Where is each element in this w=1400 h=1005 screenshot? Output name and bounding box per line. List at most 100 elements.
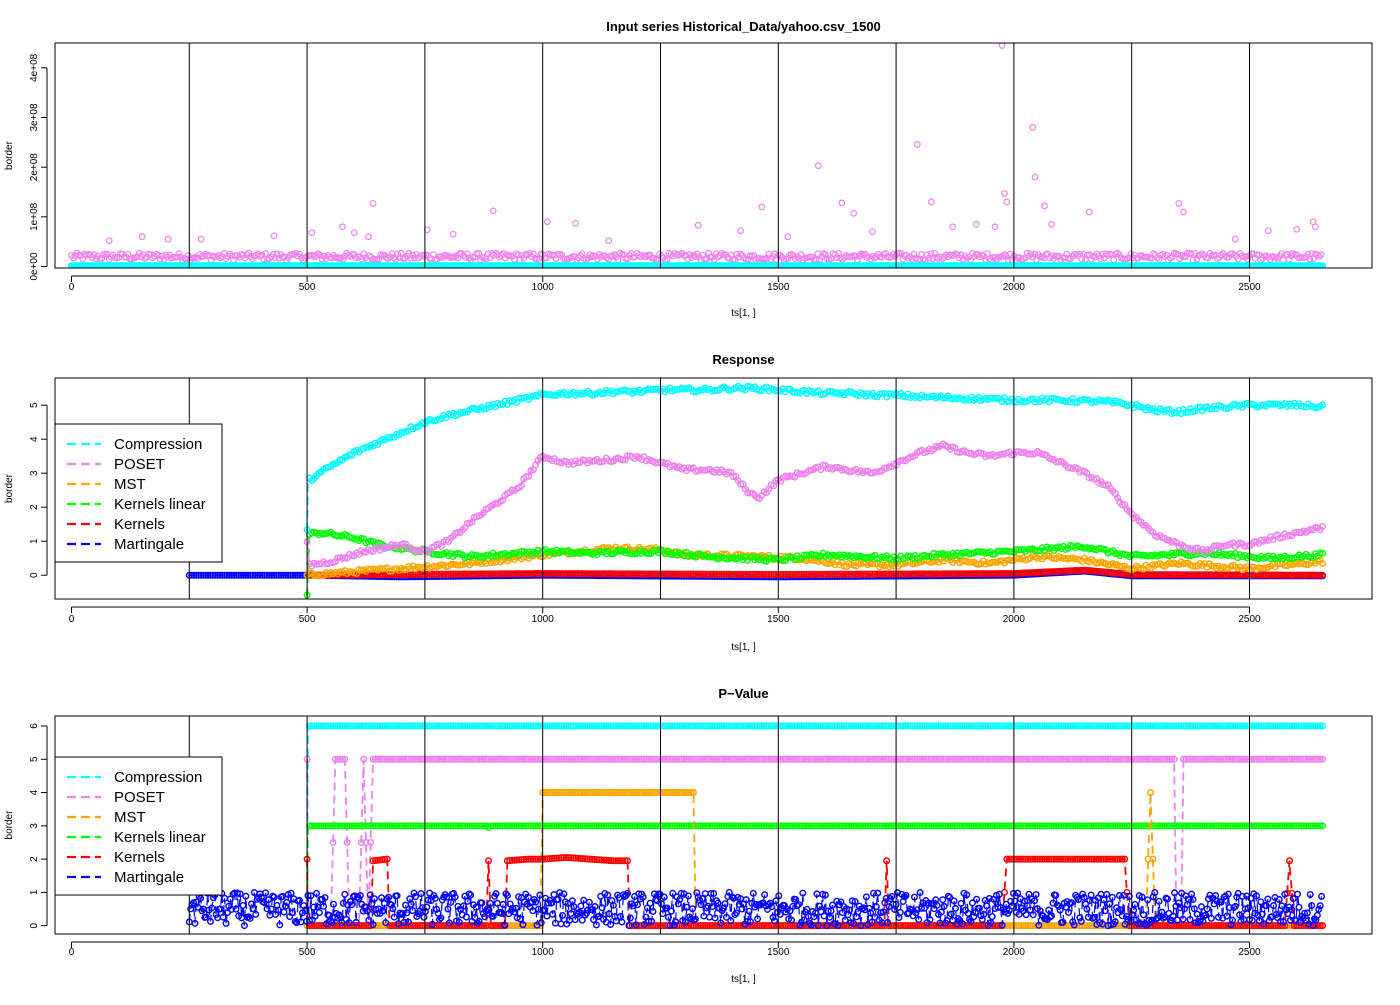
scatter-point (1181, 209, 1187, 215)
x-tick-label: 500 (299, 282, 316, 293)
chart-panel-1: Response ts[1, ] border 0 500 1000 1500 2000 2 5 0… (4, 352, 1372, 653)
x-axis-label: ts[1, ] (731, 642, 756, 653)
scatter-point (139, 234, 145, 240)
y-tick-label: 4e+08 (29, 53, 40, 82)
scatter-point (695, 222, 701, 228)
scatter-point (1004, 199, 1010, 205)
scatter-point (785, 234, 791, 240)
x-tick-label: 1500 (767, 947, 790, 958)
x-tick-label: 0 (69, 614, 75, 625)
scatter-point (914, 142, 920, 148)
x-axis-label: ts[1, ] (731, 974, 756, 985)
y-tick-label: 2e+08 (29, 153, 40, 182)
scatter-point (351, 230, 357, 236)
y-tick-label: 1 (29, 889, 40, 895)
y-axis-label: border (4, 140, 15, 170)
scatter-point (738, 228, 744, 234)
chart-panel-2: P−Value ts[1, ] border 0 500 1000 1500 2000 2500… (4, 686, 1372, 985)
scatter-point (1176, 201, 1182, 207)
legend: Compression POSET MST Kernels linear Kernels… (55, 424, 222, 562)
y-tick-label: 1 (29, 538, 40, 544)
scatter-point (999, 43, 1005, 49)
x-tick-label: 2000 (1003, 947, 1026, 958)
scatter-point (1030, 125, 1036, 131)
y-tick-label: 3e+08 (29, 103, 40, 132)
x-tick-label: 0 (69, 282, 75, 293)
legend-label: Martingale (114, 536, 184, 553)
legend-label: Kernels (114, 516, 165, 533)
y-tick-label: 5 (29, 756, 40, 762)
x-tick-label: 2000 (1003, 282, 1026, 293)
scatter-point (198, 236, 204, 242)
scatter-point (1233, 236, 1239, 242)
scatter-point (1294, 226, 1300, 232)
y-tick-label: 2 (29, 504, 40, 510)
figure: Input series Historical_Data/yahoo.csv_1… (0, 0, 1400, 1000)
y-tick-label: 4 (29, 436, 40, 442)
y-tick-label: 4 (29, 789, 40, 795)
series-line (307, 446, 1322, 565)
y-axis-label: border (4, 473, 15, 503)
scatter-point (1313, 224, 1319, 230)
y-tick-label: 3 (29, 823, 40, 829)
scatter-point (1042, 203, 1048, 209)
scatter-point (870, 229, 876, 235)
scatter-point (1002, 191, 1008, 197)
x-tick-label: 2000 (1003, 614, 1026, 625)
x-tick-label: 1000 (532, 947, 555, 958)
x-tick-label: 1500 (767, 614, 790, 625)
legend-label: Compression (114, 436, 202, 453)
y-tick-label: 1e+08 (29, 202, 40, 231)
legend-label: MST (114, 476, 146, 493)
scatter-point (1266, 228, 1272, 234)
scatter-point (1049, 221, 1055, 227)
x-tick-label: 2500 (1238, 947, 1261, 958)
scatter-point (1111, 257, 1117, 263)
scatter-point (165, 236, 171, 242)
x-tick-label: 1000 (532, 614, 555, 625)
plot-frame (55, 43, 1372, 268)
scatter-point (1032, 174, 1038, 180)
plot-area (186, 723, 1325, 928)
scatter-point (929, 199, 935, 205)
scatter-point (851, 211, 857, 217)
x-tick-label: 500 (299, 947, 316, 958)
legend-label: POSET (114, 456, 165, 473)
y-tick-label: 3 (29, 470, 40, 476)
chart-title: Input series Historical_Data/yahoo.csv_1… (606, 19, 881, 34)
plot-area (69, 43, 1326, 269)
chart-title: P−Value (718, 686, 768, 701)
scatter-point (606, 238, 612, 244)
x-axis-label: ts[1, ] (731, 308, 756, 319)
y-tick-label: 2 (29, 856, 40, 862)
legend-label: Kernels linear (114, 496, 206, 513)
scatter-point (340, 224, 346, 230)
scatter-point (992, 224, 998, 230)
scatter-point (450, 231, 456, 237)
scatter-point (973, 221, 979, 227)
x-tick-label: 500 (299, 614, 316, 625)
y-tick-label: 0 (29, 922, 40, 928)
scatter-point (490, 208, 496, 214)
y-tick-label: 0 (29, 572, 40, 578)
x-tick-label: 0 (69, 947, 75, 958)
scatter-point (573, 220, 579, 226)
y-tick-label: 0e+00 (29, 252, 40, 281)
chart-title: Response (712, 352, 774, 367)
scatter-point (839, 200, 845, 206)
scatter-point (1086, 209, 1092, 215)
x-tick-label: 1000 (532, 282, 555, 293)
scatter-point (271, 233, 277, 239)
scatter-point (759, 204, 765, 210)
x-tick-label: 1500 (767, 282, 790, 293)
chart-panel-0: Input series Historical_Data/yahoo.csv_1… (4, 19, 1372, 319)
scatter-point (816, 163, 822, 169)
y-tick-label: 5 (29, 402, 40, 408)
scatter-point (950, 224, 956, 230)
scatter-point (545, 219, 551, 225)
scatter-point (366, 234, 372, 240)
y-axis-label: border (4, 810, 15, 840)
scatter-point (309, 230, 315, 236)
scatter-point (370, 201, 376, 207)
x-tick-label: 2500 (1238, 282, 1261, 293)
